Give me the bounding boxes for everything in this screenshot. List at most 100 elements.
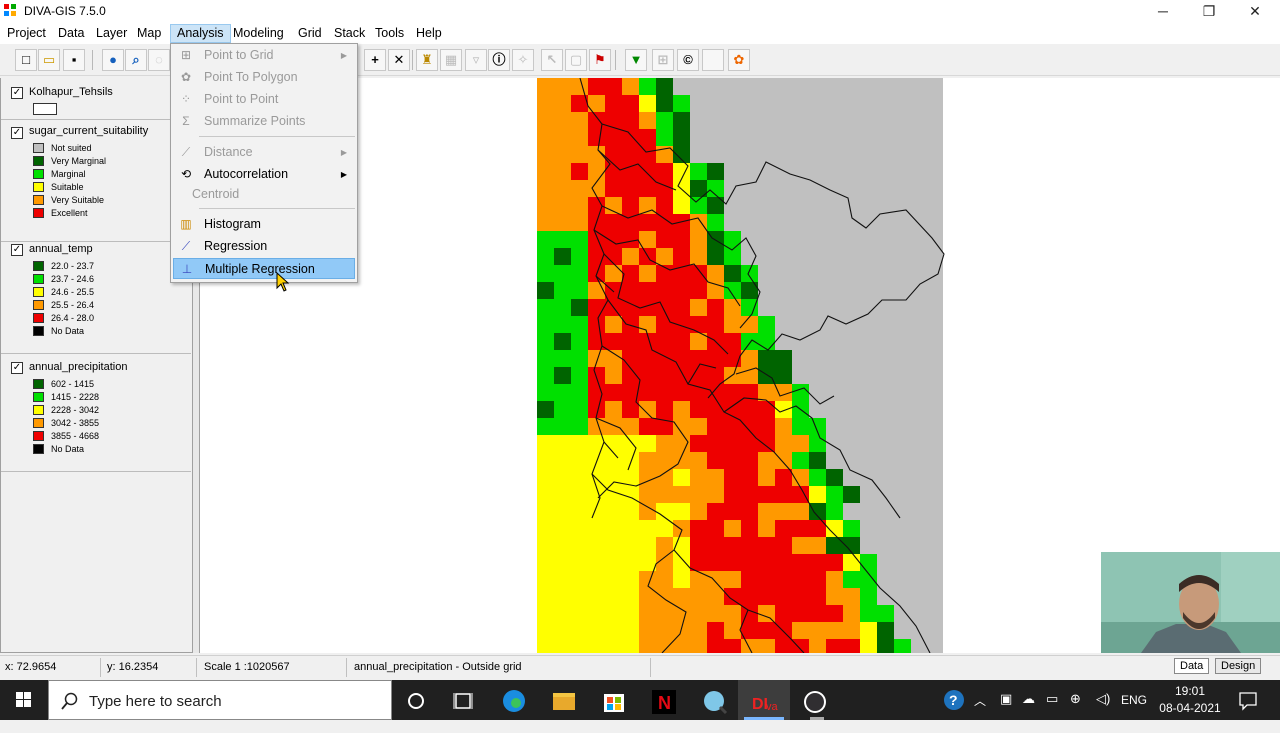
cortana-icon[interactable] bbox=[394, 684, 438, 718]
legend-swatch bbox=[33, 208, 44, 218]
volume-icon[interactable]: ◁) bbox=[1096, 691, 1110, 731]
menu-histogram[interactable]: ▥ Histogram bbox=[173, 214, 355, 235]
x-coordinate: x: 72.9654 bbox=[5, 661, 57, 673]
select-box-icon[interactable]: ▢ bbox=[565, 49, 587, 71]
legend-swatch bbox=[33, 379, 44, 389]
language-indicator[interactable]: ENG bbox=[1121, 693, 1147, 733]
battery-icon[interactable]: ▭ bbox=[1046, 691, 1058, 731]
layer-kolhapur-tehsils[interactable]: ✓ Kolhapur_Tehsils bbox=[1, 80, 191, 120]
task-view-icon[interactable] bbox=[441, 684, 485, 718]
legend-swatch bbox=[33, 274, 44, 284]
points-icon: ⁘ bbox=[180, 92, 192, 106]
menu-stack[interactable]: Stack bbox=[328, 24, 371, 43]
menu-point-to-grid[interactable]: ⊞ Point to Grid ▶ bbox=[173, 45, 355, 66]
legend-swatch bbox=[33, 300, 44, 310]
paint-brush-icon[interactable]: ♜ bbox=[416, 49, 438, 71]
menu-summarize-points[interactable]: Σ Summarize Points bbox=[173, 111, 355, 132]
pointer-icon[interactable]: ▼ bbox=[625, 49, 647, 71]
legend-swatch bbox=[33, 182, 44, 192]
menu-separator bbox=[199, 208, 355, 209]
file-explorer-icon[interactable] bbox=[542, 684, 586, 718]
submenu-arrow-icon: ▶ bbox=[340, 170, 347, 179]
start-button[interactable] bbox=[0, 680, 48, 720]
grid-view-icon[interactable]: ⊞ bbox=[652, 49, 674, 71]
globe-icon[interactable]: ● bbox=[102, 49, 124, 71]
menu-distance[interactable]: ⟋ Distance ▶ bbox=[173, 142, 355, 163]
tab-design[interactable]: Design bbox=[1215, 658, 1262, 674]
submenu-arrow-icon: ▶ bbox=[340, 51, 347, 60]
menu-separator bbox=[199, 136, 355, 137]
menu-grid[interactable]: Grid bbox=[292, 24, 328, 43]
precipitation-raster bbox=[537, 78, 943, 653]
menu-autocorrelation[interactable]: ⟲ Autocorrelation ▶ bbox=[173, 164, 355, 185]
layer-annual-temp[interactable]: ✓ annual_temp 22.0 - 23.7 23.7 - 24.6 24… bbox=[1, 239, 191, 354]
map-scale: Scale 1 :1020567 bbox=[204, 661, 290, 673]
legend-swatch bbox=[33, 392, 44, 402]
notifications-icon[interactable] bbox=[1236, 680, 1260, 720]
info-icon[interactable]: ⓘ bbox=[488, 49, 510, 71]
minimize-button[interactable]: ─ bbox=[1140, 0, 1186, 22]
tools-icon[interactable]: ✧ bbox=[512, 49, 534, 71]
menu-layer[interactable]: Layer bbox=[90, 24, 133, 43]
blank-tool-icon[interactable] bbox=[702, 49, 724, 71]
status-info: annual_precipitation - Outside grid bbox=[354, 661, 522, 673]
legend-swatch bbox=[33, 326, 44, 336]
open-folder-icon[interactable]: ▭ bbox=[38, 49, 60, 71]
tab-data[interactable]: Data bbox=[1174, 658, 1210, 674]
new-project-icon[interactable]: □ bbox=[15, 49, 37, 71]
measure-icon[interactable]: ⚑ bbox=[589, 49, 611, 71]
legend-panel: ✓ Kolhapur_Tehsils ✓ sugar_current_suita… bbox=[0, 78, 193, 653]
layer-sugar-suitability[interactable]: ✓ sugar_current_suitability Not suited V… bbox=[1, 122, 191, 242]
layer-name: annual_precipitation bbox=[29, 361, 128, 373]
maximize-button[interactable]: ❐ bbox=[1186, 0, 1232, 22]
search-globe-icon[interactable] bbox=[692, 684, 736, 718]
remove-layer-icon[interactable]: ✕ bbox=[388, 49, 410, 71]
copyright-icon[interactable]: © bbox=[677, 49, 699, 71]
meet-now-icon[interactable]: ▣ bbox=[1000, 691, 1012, 731]
layer-checkbox[interactable]: ✓ bbox=[11, 362, 23, 374]
table-icon[interactable]: ▦ bbox=[440, 49, 462, 71]
menu-project[interactable]: Project bbox=[1, 24, 52, 43]
legend-swatch bbox=[33, 287, 44, 297]
menu-multiple-regression[interactable]: ⊥ Multiple Regression bbox=[173, 258, 355, 279]
close-button[interactable]: ✕ bbox=[1232, 0, 1278, 22]
netflix-icon[interactable]: N bbox=[642, 684, 686, 718]
regression-icon: ⟋ bbox=[181, 239, 191, 253]
layer-annual-precipitation[interactable]: ✓ annual_precipitation 602 - 1415 1415 -… bbox=[1, 357, 191, 472]
obs-studio-icon[interactable] bbox=[793, 684, 837, 718]
search-placeholder: Type here to search bbox=[89, 693, 222, 710]
diva-gis-taskbar-icon[interactable]: DIva bbox=[742, 684, 786, 718]
taskbar-search[interactable]: Type here to search bbox=[48, 680, 392, 720]
menu-tools[interactable]: Tools bbox=[369, 24, 410, 43]
flower-icon[interactable]: ✿ bbox=[728, 49, 750, 71]
add-layer-icon[interactable]: + bbox=[364, 49, 386, 71]
save-icon[interactable]: ▪ bbox=[63, 49, 85, 71]
menu-point-to-point[interactable]: ⁘ Point to Point bbox=[173, 89, 355, 110]
store-icon[interactable] bbox=[592, 684, 636, 718]
filter-icon[interactable]: ▿ bbox=[465, 49, 487, 71]
menu-help[interactable]: Help bbox=[410, 24, 448, 43]
select-icon[interactable]: ↖ bbox=[541, 49, 563, 71]
onedrive-icon[interactable]: ☁ bbox=[1022, 691, 1035, 731]
menu-analysis[interactable]: Analysis bbox=[170, 24, 231, 43]
menu-map[interactable]: Map bbox=[131, 24, 167, 43]
legend-swatch bbox=[33, 444, 44, 454]
help-icon[interactable]: ? bbox=[940, 680, 968, 720]
menu-regression[interactable]: ⟋ Regression bbox=[173, 236, 355, 257]
pan-icon[interactable]: ◌ bbox=[148, 49, 170, 71]
menu-point-to-polygon[interactable]: ✿ Point To Polygon bbox=[173, 67, 355, 88]
menu-data[interactable]: Data bbox=[52, 24, 90, 43]
menu-centroid[interactable]: Centroid bbox=[173, 184, 355, 205]
layer-checkbox[interactable]: ✓ bbox=[11, 127, 23, 139]
layer-checkbox[interactable]: ✓ bbox=[11, 244, 23, 256]
layer-checkbox[interactable]: ✓ bbox=[11, 87, 23, 99]
menu-modeling[interactable]: Modeling bbox=[227, 24, 290, 43]
layer-name: Kolhapur_Tehsils bbox=[29, 86, 113, 98]
clock-time: 19:01 bbox=[1174, 684, 1206, 698]
search-icon bbox=[61, 692, 78, 710]
zoom-icon[interactable]: ⌕ bbox=[125, 49, 147, 71]
tray-expand-icon[interactable]: ︿ bbox=[974, 692, 986, 732]
edge-browser-icon[interactable] bbox=[492, 684, 536, 718]
clock[interactable]: 19:01 08-04-2021 bbox=[1150, 683, 1230, 717]
network-icon[interactable]: ⊕ bbox=[1070, 691, 1081, 731]
